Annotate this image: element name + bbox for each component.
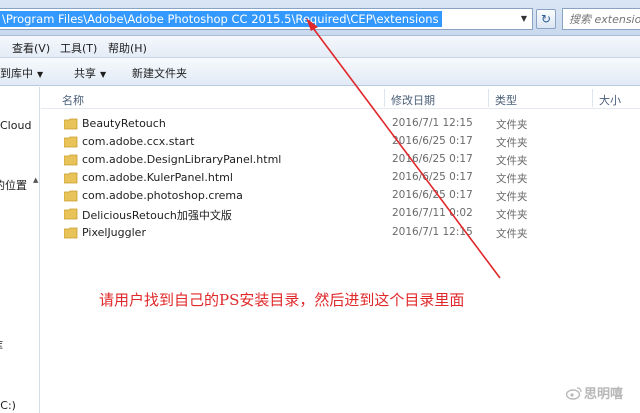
refresh-icon: ↻ <box>540 12 552 26</box>
search-input[interactable] <box>569 12 640 27</box>
file-name: com.adobe.KulerPanel.html <box>82 171 233 184</box>
watermark: 思明嘻 <box>566 383 623 402</box>
weibo-logo-icon <box>566 387 582 400</box>
address-field[interactable]: \Program Files\Adobe\Adobe Photoshop CC … <box>0 8 533 30</box>
include-in-library-button[interactable]: 包含到库中 ▼ <box>0 65 43 81</box>
column-headers: 名称 修改日期 类型 大小 <box>41 87 640 109</box>
navigation-pane: ▲ Cloud 的位置 库 (C:) <box>0 87 40 413</box>
search-field[interactable] <box>562 8 640 30</box>
folder-icon <box>64 227 78 239</box>
column-size[interactable]: 大小 <box>599 92 621 108</box>
file-type: 文件夹 <box>496 173 528 185</box>
annotation-text: 请用户找到自己的PS安装目录，然后进到这个目录里面 <box>99 291 465 309</box>
file-name: com.adobe.DesignLibraryPanel.html <box>82 153 282 166</box>
file-name: com.adobe.ccx.start <box>82 135 195 148</box>
file-row[interactable]: com.adobe.photoshop.crema 2016/6/25 0:17… <box>58 187 588 205</box>
column-date[interactable]: 修改日期 <box>391 92 435 108</box>
file-date: 2016/7/11 0:02 <box>392 207 473 219</box>
file-type: 文件夹 <box>496 137 528 149</box>
file-type: 文件夹 <box>496 228 528 240</box>
address-path-selected[interactable]: \Program Files\Adobe\Adobe Photoshop CC … <box>0 11 442 27</box>
menu-help[interactable]: 帮助(H) <box>108 40 147 56</box>
folder-icon <box>64 136 78 148</box>
file-date: 2016/7/1 12:15 <box>392 226 473 238</box>
file-row[interactable]: PixelJuggler 2016/7/1 12:15 文件夹 <box>58 224 588 242</box>
chevron-down-icon: ▼ <box>37 70 44 79</box>
file-date: 2016/7/1 12:15 <box>392 117 473 129</box>
file-row[interactable]: com.adobe.DesignLibraryPanel.html 2016/6… <box>58 151 588 169</box>
folder-icon <box>64 118 78 130</box>
folder-icon <box>64 154 78 166</box>
share-label: 共享 <box>74 67 96 80</box>
address-dropdown-icon[interactable]: ▼ <box>517 12 531 26</box>
new-folder-button[interactable]: 新建文件夹 <box>132 65 187 81</box>
menu-bar: 查看(V) 工具(T) 帮助(H) <box>0 36 640 58</box>
file-date: 2016/6/25 0:17 <box>392 153 473 165</box>
file-name: DeliciousRetouch加强中文版 <box>82 209 232 222</box>
folder-icon <box>64 190 78 202</box>
column-divider[interactable] <box>488 89 489 107</box>
file-row[interactable]: DeliciousRetouch加强中文版 2016/7/11 0:02 文件夹 <box>58 205 588 223</box>
file-type: 文件夹 <box>496 191 528 203</box>
file-name: PixelJuggler <box>82 226 146 239</box>
file-date: 2016/6/25 0:17 <box>392 171 473 183</box>
chevron-down-icon: ▼ <box>100 70 107 79</box>
watermark-text: 思明嘻 <box>584 387 624 402</box>
scroll-up-icon[interactable]: ▲ <box>33 176 38 184</box>
file-date: 2016/6/25 0:17 <box>392 189 473 201</box>
column-name[interactable]: 名称 <box>62 92 84 108</box>
file-type: 文件夹 <box>496 209 528 221</box>
nav-item-cloud[interactable]: Cloud <box>0 119 31 132</box>
menu-tools[interactable]: 工具(T) <box>60 40 97 56</box>
file-row[interactable]: com.adobe.KulerPanel.html 2016/6/25 0:17… <box>58 169 588 187</box>
include-in-library-label: 包含到库中 <box>0 67 33 80</box>
file-date: 2016/6/25 0:17 <box>392 135 473 147</box>
file-name: com.adobe.photoshop.crema <box>82 189 243 202</box>
nav-item-recent-places[interactable]: 的位置 <box>0 177 27 193</box>
folder-icon <box>64 172 78 184</box>
column-divider[interactable] <box>592 89 593 107</box>
column-divider[interactable] <box>384 89 385 107</box>
file-type: 文件夹 <box>496 119 528 131</box>
file-row[interactable]: BeautyRetouch 2016/7/1 12:15 文件夹 <box>58 115 588 133</box>
nav-item-drive-c[interactable]: (C:) <box>0 399 16 412</box>
command-bar: 包含到库中 ▼ 共享 ▼ 新建文件夹 <box>0 58 640 86</box>
nav-item-library[interactable]: 库 <box>0 337 3 353</box>
address-bar-row: \Program Files\Adobe\Adobe Photoshop CC … <box>0 0 640 36</box>
file-row[interactable]: com.adobe.ccx.start 2016/6/25 0:17 文件夹 <box>58 133 588 151</box>
file-name: BeautyRetouch <box>82 117 166 130</box>
folder-icon <box>64 208 78 220</box>
menu-view[interactable]: 查看(V) <box>12 40 50 56</box>
share-button[interactable]: 共享 ▼ <box>74 65 106 81</box>
column-type[interactable]: 类型 <box>495 92 517 108</box>
refresh-button[interactable]: ↻ <box>536 9 556 29</box>
file-type: 文件夹 <box>496 155 528 167</box>
